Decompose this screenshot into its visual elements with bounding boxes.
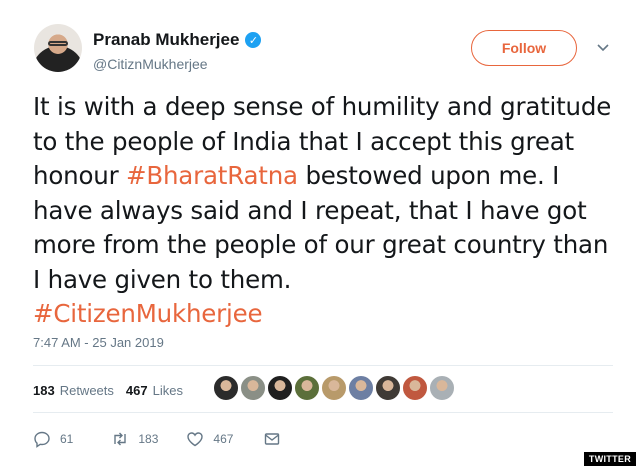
liker-avatar[interactable] [213,375,239,401]
liker-avatar[interactable] [294,375,320,401]
like-count: 467 [213,432,234,446]
liker-avatar[interactable] [321,375,347,401]
tweet-actions: 61 183 467 [33,430,281,448]
likes-stat[interactable]: 467 Likes [126,383,183,398]
retweets-stat[interactable]: 183 Retweets [33,383,114,398]
hashtag-link[interactable]: #BharatRatna [126,161,298,190]
retweets-count: 183 [33,383,55,398]
image-credit: TWITTER [583,452,636,466]
reply-button[interactable]: 61 [33,430,73,448]
like-button[interactable]: 467 [186,430,233,448]
heart-icon [187,432,204,447]
retweets-label: Retweets [59,383,114,398]
author-name-row: Pranab Mukherjee ✓ [93,30,262,50]
author-name[interactable]: Pranab Mukherjee [93,30,239,50]
follow-button[interactable]: Follow [471,30,577,66]
liker-avatars [213,375,455,401]
direct-message-button[interactable] [263,430,281,448]
author-avatar[interactable] [34,24,82,72]
liker-avatar[interactable] [375,375,401,401]
tweet-timestamp[interactable]: 7:47 AM - 25 Jan 2019 [33,335,164,350]
reply-count: 61 [60,432,74,446]
divider [33,412,613,413]
engagement-stats: 183 Retweets 467 Likes [33,383,183,398]
retweet-button[interactable]: 183 [111,430,158,448]
author-handle[interactable]: @CitiznMukherjee [93,56,208,72]
likes-count: 467 [125,383,148,398]
liker-avatar[interactable] [267,375,293,401]
retweet-icon [114,432,127,446]
liker-avatar[interactable] [348,375,374,401]
retweet-count: 183 [138,432,159,446]
avatar-glasses [48,41,68,46]
divider [33,365,613,366]
envelope-icon [265,433,280,445]
hashtag-link[interactable]: #CitizenMukherjee [33,299,263,328]
verified-check-icon: ✓ [245,32,262,48]
liker-avatar[interactable] [240,375,266,401]
tweet-text: It is with a deep sense of humility and … [33,90,613,332]
likes-label: Likes [152,383,183,398]
liker-avatar[interactable] [429,375,455,401]
chevron-down-icon[interactable] [595,39,611,55]
reply-icon [34,431,50,448]
liker-avatar[interactable] [402,375,428,401]
